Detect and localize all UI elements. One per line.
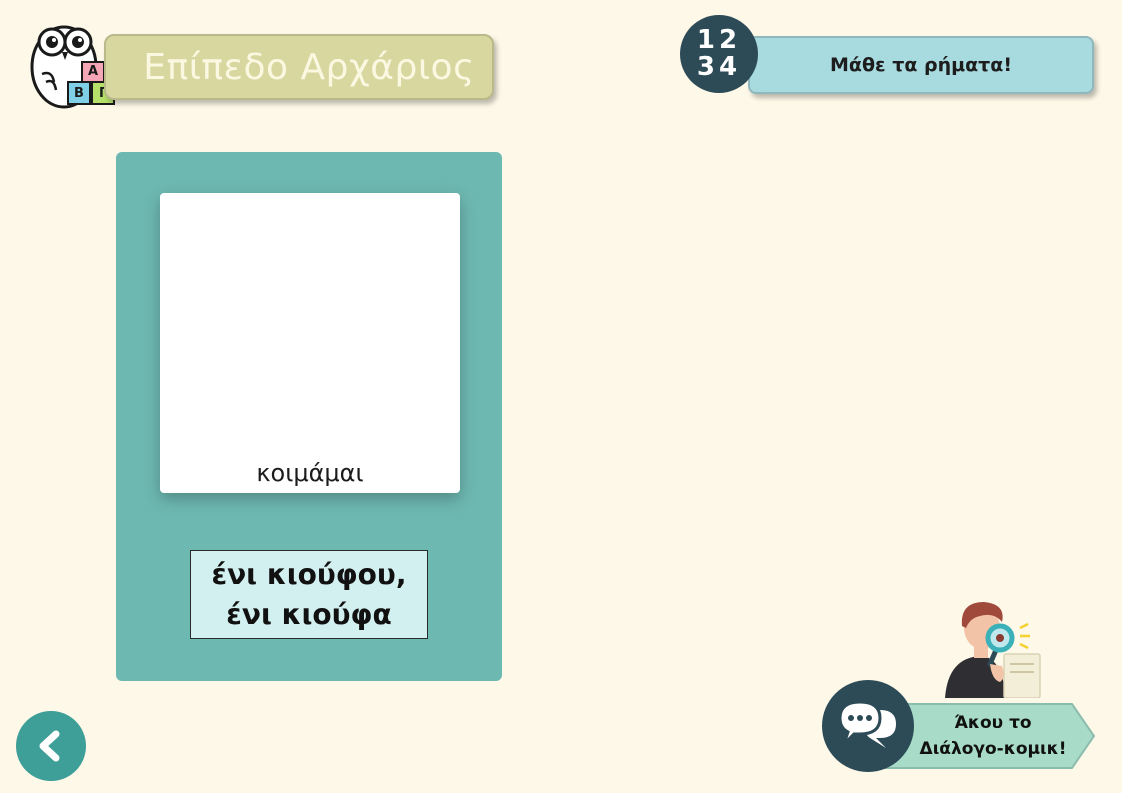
comic-line-1: Άκου το <box>954 713 1032 733</box>
detective-icon <box>945 602 1041 698</box>
comic-line-2: Διάλογο-κομικ! <box>919 739 1067 759</box>
translation-line-1: ένι κιούφου, <box>211 557 407 591</box>
learn-verbs-banner[interactable]: Μάθε τα ρήματα! <box>748 36 1094 94</box>
comic-label: Άκου το Διάλογο-κομικ! <box>908 702 1078 770</box>
verb-translation: ένι κιούφου, ένι κιούφα <box>212 555 407 635</box>
chevron-left-icon <box>39 730 60 762</box>
verb-caption: κοιμάμαι <box>256 459 364 487</box>
verb-card: κοιμάμαι ένι κιούφου, ένι κιούφα <box>116 152 502 681</box>
back-button[interactable] <box>16 711 86 781</box>
chat-bubbles-icon <box>838 700 896 748</box>
numbers-top: 12 <box>696 25 742 55</box>
numbers-icon: 12 34 <box>680 15 758 93</box>
level-banner: Επίπεδο Αρχάριος <box>104 34 494 100</box>
level-title: Επίπεδο Αρχάριος <box>143 46 475 88</box>
learn-verbs-title: Μάθε τα ρήματα! <box>829 54 1012 76</box>
verb-image: κοιμάμαι <box>160 193 460 493</box>
translation-line-2: ένι κιούφα <box>226 597 392 631</box>
chat-button[interactable] <box>822 680 914 772</box>
numbers-bottom: 34 <box>696 52 742 82</box>
verb-translation-box: ένι κιούφου, ένι κιούφα <box>190 550 428 639</box>
